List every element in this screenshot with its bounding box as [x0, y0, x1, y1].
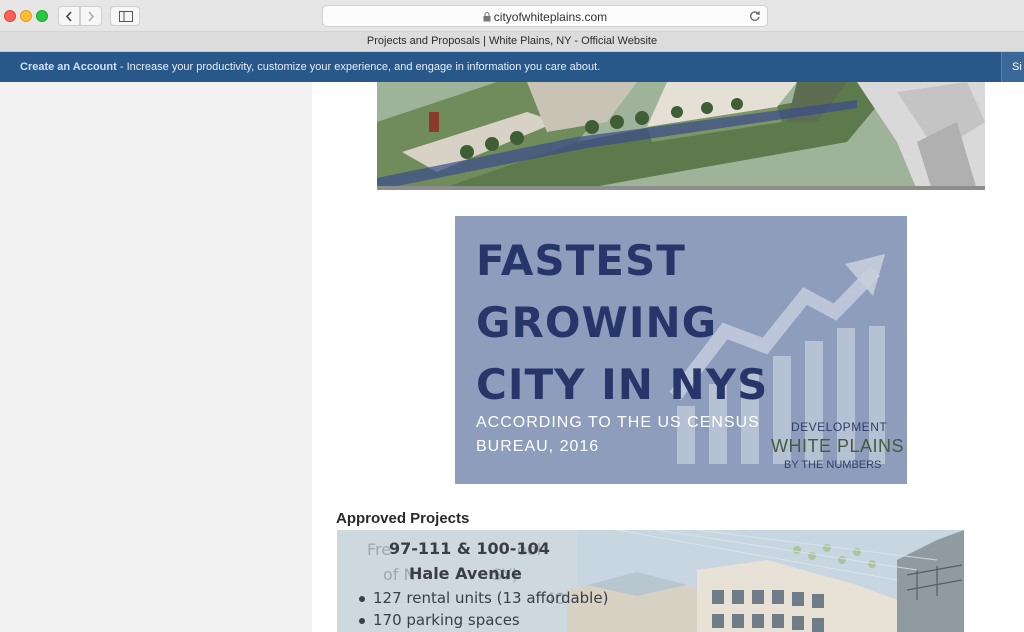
project-rendering-image[interactable]: Fre ool of N SY) 40 97-111 & 100-104 Hal…	[337, 530, 964, 632]
headline-line-3: CITY IN NYS	[476, 360, 769, 409]
create-account-link[interactable]: Create an Account	[20, 61, 117, 73]
headline-line-2: GROWING	[476, 298, 718, 347]
chevron-right-icon	[88, 11, 95, 22]
sidebar-icon	[119, 11, 133, 22]
fastest-growing-graphic: FASTEST GROWING CITY IN NYS ACCORDING TO…	[455, 216, 907, 484]
sidebar-toggle-button[interactable]	[110, 6, 140, 26]
zoom-window-button[interactable]	[36, 10, 48, 22]
tab-title[interactable]: Projects and Proposals | White Plains, N…	[0, 35, 1024, 47]
tab-bar: Projects and Proposals | White Plains, N…	[0, 32, 1024, 52]
approved-projects-heading: Approved Projects	[336, 510, 470, 527]
project-bullet-2: 170 parking spaces	[373, 611, 520, 629]
banner-message: - Increase your productivity, customize …	[116, 61, 601, 73]
page-content: FASTEST GROWING CITY IN NYS ACCORDING TO…	[312, 82, 1024, 632]
reload-icon[interactable]	[749, 10, 761, 22]
url-text: cityofwhiteplains.com	[493, 10, 608, 24]
lock-icon	[483, 12, 491, 22]
browser-toolbar: cityofwhiteplains.com	[0, 0, 1024, 32]
project-title-line-1: 97-111 & 100-104	[389, 539, 550, 558]
close-window-button[interactable]	[4, 10, 16, 22]
page-left-gutter	[0, 82, 312, 632]
chevron-left-icon	[65, 11, 72, 22]
bullet-dot	[359, 596, 365, 602]
brand-main-text: WHITE PLAINS	[771, 436, 905, 456]
back-button[interactable]	[58, 6, 80, 26]
subline-2: BUREAU, 2016	[476, 438, 600, 455]
brand-bottom-text: BY THE NUMBERS	[784, 459, 882, 471]
subline-1: ACCORDING TO THE US CENSUS	[476, 414, 760, 431]
aerial-rendering-image	[377, 82, 985, 190]
ghost-text-1: Fre	[367, 540, 392, 559]
sign-in-button[interactable]: Si	[1001, 52, 1024, 82]
forward-button[interactable]	[80, 6, 102, 26]
project-title-line-2: Hale Avenue	[409, 564, 522, 583]
project-bullet-1: 127 rental units (13 affordable)	[373, 589, 609, 607]
minimize-window-button[interactable]	[20, 10, 32, 22]
account-banner: Create an Account - Increase your produc…	[0, 52, 1024, 82]
headline-line-1: FASTEST	[476, 236, 686, 285]
address-bar[interactable]: cityofwhiteplains.com	[322, 5, 768, 27]
bullet-dot	[359, 618, 365, 624]
brand-top-text: DEVELOPMENT	[791, 420, 888, 434]
